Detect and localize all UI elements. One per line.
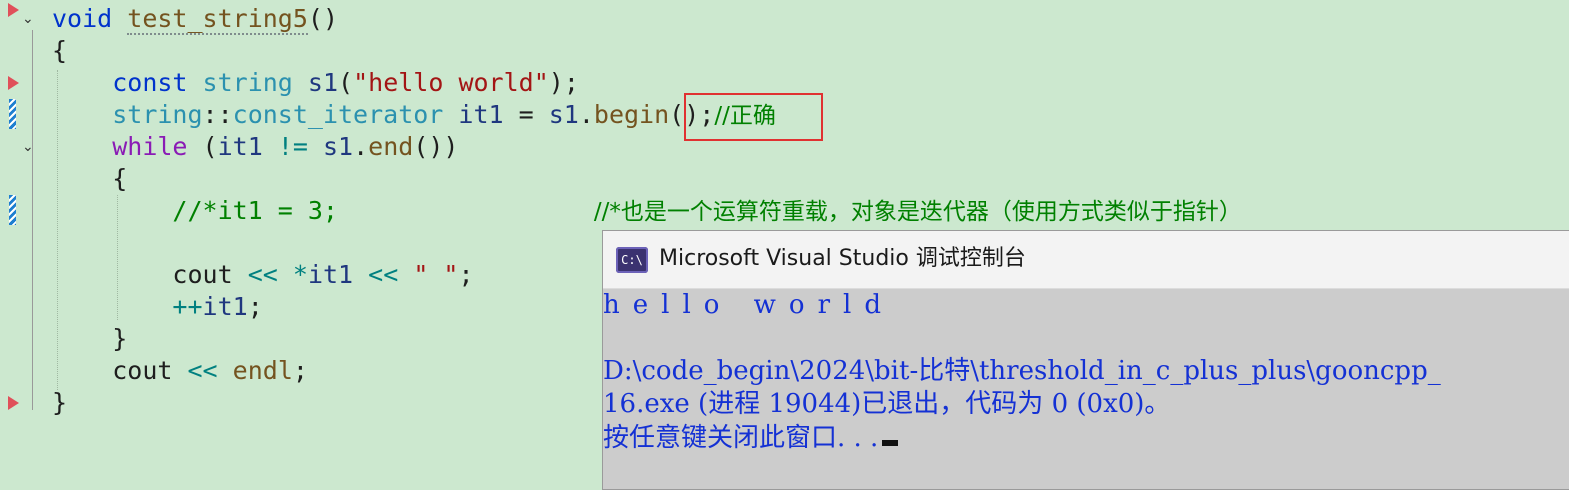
console-output-line: D:\code_begin\2024\bit-比特\threshold_in_c… [603,356,1441,386]
code-token: ++ [172,292,203,321]
code-token: cout [172,260,233,289]
change-tracking-icon [9,99,16,129]
code-token: "hello world" [353,68,549,97]
code-token: { [52,164,128,193]
code-token: != [277,132,308,161]
code-token: //*也是一个运算符重载，对象是迭代器（使用方式类似于指针） [593,199,1242,225]
code-token: ( [187,132,218,161]
code-token: ; [292,356,308,385]
code-token: { [52,36,68,65]
console-prompt-text: 按任意键关闭此窗口. . . [603,423,879,453]
code-token: s1 [307,68,339,97]
code-token: while [112,132,188,161]
code-token: string [112,100,203,129]
code-token: //*it1 = 3; [172,196,338,225]
code-token: . [353,132,369,161]
code-token: << [368,260,399,289]
collapse-chevron-icon[interactable]: ⌄ [22,12,34,26]
code-token: const_iterator [232,100,444,129]
fold-region-line [32,30,33,410]
code-line[interactable]: while (it1 != s1.end()) [52,131,458,163]
breakpoint-arrow-icon[interactable] [8,396,19,410]
code-line[interactable]: } [52,387,67,419]
code-token: s1 [548,100,579,129]
code-line[interactable]: ++it1; [52,291,263,323]
code-token: s1 [322,132,354,161]
code-token: . [578,100,594,129]
code-line[interactable]: cout << endl; [52,355,308,387]
code-token: begin [593,100,670,129]
code-token: endl [232,356,293,385]
code-token: cout [112,356,173,385]
code-token: it1 [217,132,263,161]
breakpoint-arrow-icon[interactable] [8,76,19,90]
code-line[interactable]: cout << *it1 << " "; [52,259,474,291]
code-token: test_string5 [127,4,308,35]
code-token: () [307,4,339,33]
code-token: string [202,68,293,97]
code-token: it1 [458,100,504,129]
code-token: ; [458,260,474,289]
console-output-line: 16.exe (进程 19044)已退出，代码为 0 (0x0)。 [603,389,1171,419]
console-output-line: 按任意键关闭此窗口. . . [603,422,899,454]
code-line[interactable]: //*it1 = 3; //*也是一个运算符重载，对象是迭代器（使用方式类似于指… [52,195,1242,227]
code-line[interactable]: } [52,323,127,355]
console-title: Microsoft Visual Studio 调试控制台 [659,246,1026,271]
code-token: it1 [307,260,354,289]
code-token: << [247,260,278,289]
code-token: } [52,324,128,353]
code-token: } [52,388,68,417]
code-token: ); [548,68,579,97]
breakpoint-arrow-icon[interactable] [8,3,19,17]
console-titlebar[interactable]: C:\ Microsoft Visual Studio 调试控制台 [603,231,1569,289]
debug-console-window[interactable]: C:\ Microsoft Visual Studio 调试控制台 hello … [602,230,1569,490]
code-token: const [112,68,188,97]
code-line[interactable]: { [52,163,127,195]
code-line[interactable]: const string s1("hello world"); [52,67,579,99]
code-token: it1 [202,292,248,321]
code-line[interactable]: { [52,35,67,67]
code-line[interactable]: string::const_iterator it1 = s1.begin();… [52,99,776,131]
code-token: * [292,260,308,289]
code-token: :: [202,100,233,129]
code-token: << [187,356,218,385]
annotation-highlight-box [684,93,823,141]
code-token: = [503,100,549,129]
code-token: ( [338,68,354,97]
code-token: ; [247,292,263,321]
console-cursor [882,440,899,446]
code-token: " " [413,260,459,289]
console-output-line: hello world [603,290,894,320]
code-token: end [368,132,414,161]
code-token: void [52,4,113,33]
code-token: ()) [413,132,459,161]
code-line[interactable]: void test_string5() [52,3,338,35]
change-tracking-icon [9,195,16,225]
console-app-icon: C:\ [616,247,648,273]
